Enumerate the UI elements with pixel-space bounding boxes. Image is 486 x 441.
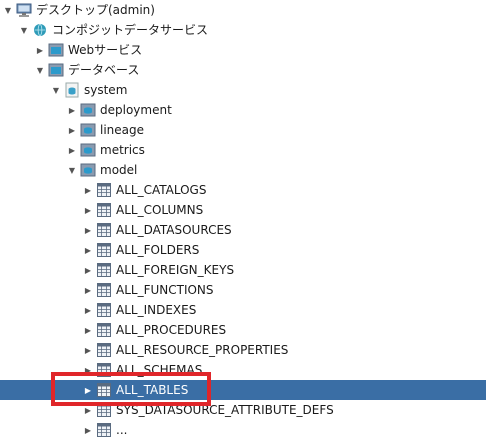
folder-icon bbox=[48, 62, 64, 78]
tree-node[interactable]: ▶ Webサービス bbox=[0, 40, 486, 60]
globe-icon bbox=[32, 22, 48, 38]
schema-folder-icon bbox=[80, 122, 96, 138]
expand-toggle-icon[interactable]: ▶ bbox=[34, 40, 46, 60]
expand-toggle-icon[interactable]: ▶ bbox=[82, 400, 94, 420]
tree-node-table[interactable]: ▶ ALL_COLUMNS bbox=[0, 200, 486, 220]
tree-node-label: ALL_FUNCTIONS bbox=[116, 283, 214, 297]
database-icon bbox=[64, 82, 80, 98]
tree-node[interactable]: ▶ lineage bbox=[0, 120, 486, 140]
desktop-icon bbox=[16, 2, 32, 18]
table-icon bbox=[96, 302, 112, 318]
tree-node-label: ALL_RESOURCE_PROPERTIES bbox=[116, 343, 289, 357]
tree-node[interactable]: ▶ deployment bbox=[0, 100, 486, 120]
expand-toggle-icon[interactable]: ▶ bbox=[66, 100, 78, 120]
schema-folder-icon bbox=[80, 162, 96, 178]
tree-node-label: ALL_FOLDERS bbox=[116, 243, 200, 257]
tree-node-table[interactable]: ▶... bbox=[0, 420, 486, 440]
tree-node-table[interactable]: ▶ ALL_PROCEDURES bbox=[0, 320, 486, 340]
tree-node-label: metrics bbox=[100, 143, 145, 157]
tree-node-label: model bbox=[100, 163, 138, 177]
tree-node-label: ALL_COLUMNS bbox=[116, 203, 204, 217]
schema-folder-icon bbox=[80, 142, 96, 158]
table-icon bbox=[96, 402, 112, 418]
expand-toggle-icon[interactable]: ▶ bbox=[66, 120, 78, 140]
expand-toggle-icon[interactable]: ▶ bbox=[82, 300, 94, 320]
tree-node-label: deployment bbox=[100, 103, 172, 117]
table-icon bbox=[96, 282, 112, 298]
table-icon bbox=[96, 182, 112, 198]
table-icon bbox=[96, 222, 112, 238]
table-icon bbox=[96, 342, 112, 358]
tree-node-label: Webサービス bbox=[68, 43, 143, 57]
collapse-toggle-icon[interactable]: ▼ bbox=[34, 60, 46, 80]
tree-node-label: lineage bbox=[100, 123, 145, 137]
tree-node-table[interactable]: ▶ ALL_SCHEMAS bbox=[0, 360, 486, 380]
tree-node-label: ALL_SCHEMAS bbox=[116, 363, 203, 377]
collapse-toggle-icon[interactable]: ▼ bbox=[18, 20, 30, 40]
tree-node-label: ... bbox=[116, 423, 128, 437]
tree-node[interactable]: ▼ コンポジットデータサービス bbox=[0, 20, 486, 40]
table-icon bbox=[96, 322, 112, 338]
table-icon bbox=[96, 362, 112, 378]
tree-node-table[interactable]: ▶ ALL_FOLDERS bbox=[0, 240, 486, 260]
tree-node[interactable]: ▼ デスクトップ(admin) bbox=[0, 0, 486, 20]
expand-toggle-icon[interactable]: ▶ bbox=[82, 420, 94, 440]
folder-icon bbox=[48, 42, 64, 58]
tree-node-label: ALL_FOREIGN_KEYS bbox=[116, 263, 235, 277]
schema-folder-icon bbox=[80, 102, 96, 118]
tree-node-label: データベース bbox=[68, 63, 140, 77]
tree-node-table[interactable]: ▶ ALL_CATALOGS bbox=[0, 180, 486, 200]
expand-toggle-icon[interactable]: ▶ bbox=[66, 140, 78, 160]
tree-node-label: ALL_PROCEDURES bbox=[116, 323, 227, 337]
expand-toggle-icon[interactable]: ▶ bbox=[82, 180, 94, 200]
tree-node-table[interactable]: ▶ ALL_FUNCTIONS bbox=[0, 280, 486, 300]
expand-toggle-icon[interactable]: ▶ bbox=[82, 360, 94, 380]
tree-node-table[interactable]: ▶ SYS_DATASOURCE_ATTRIBUTE_DEFS bbox=[0, 400, 486, 420]
tree-node-table[interactable]: ▶ ALL_DATASOURCES bbox=[0, 220, 486, 240]
expand-toggle-icon[interactable]: ▶ bbox=[82, 240, 94, 260]
tree-node-label: ALL_CATALOGS bbox=[116, 183, 207, 197]
expand-toggle-icon[interactable]: ▶ bbox=[82, 260, 94, 280]
expand-toggle-icon[interactable]: ▶ bbox=[82, 280, 94, 300]
tree-node-table[interactable]: ▶ ALL_TABLES bbox=[0, 380, 486, 400]
table-icon bbox=[96, 202, 112, 218]
tree-node[interactable]: ▼ system bbox=[0, 80, 486, 100]
tree-node[interactable]: ▶ metrics bbox=[0, 140, 486, 160]
tree-node-label: ALL_INDEXES bbox=[116, 303, 197, 317]
tree-node-label: ALL_DATASOURCES bbox=[116, 223, 232, 237]
table-icon bbox=[96, 262, 112, 278]
tree-node-label: コンポジットデータサービス bbox=[52, 23, 209, 37]
tree-node-table[interactable]: ▶ ALL_FOREIGN_KEYS bbox=[0, 260, 486, 280]
tree-node[interactable]: ▼ データベース bbox=[0, 60, 486, 80]
tree-node-label: デスクトップ(admin) bbox=[36, 3, 155, 17]
collapse-toggle-icon[interactable]: ▼ bbox=[66, 160, 78, 180]
tree-node-table[interactable]: ▶ ALL_INDEXES bbox=[0, 300, 486, 320]
tree-node[interactable]: ▼ model bbox=[0, 160, 486, 180]
expand-toggle-icon[interactable]: ▶ bbox=[82, 220, 94, 240]
table-icon bbox=[96, 242, 112, 258]
collapse-toggle-icon[interactable]: ▼ bbox=[2, 0, 14, 20]
collapse-toggle-icon[interactable]: ▼ bbox=[50, 80, 62, 100]
tree-node-table[interactable]: ▶ ALL_RESOURCE_PROPERTIES bbox=[0, 340, 486, 360]
expand-toggle-icon[interactable]: ▶ bbox=[82, 200, 94, 220]
expand-toggle-icon[interactable]: ▶ bbox=[82, 340, 94, 360]
expand-toggle-icon[interactable]: ▶ bbox=[82, 320, 94, 340]
tree-node-label: SYS_DATASOURCE_ATTRIBUTE_DEFS bbox=[116, 403, 334, 417]
tree-node-label: ALL_TABLES bbox=[116, 383, 189, 397]
table-icon bbox=[96, 382, 112, 398]
tree-node-label: system bbox=[84, 83, 128, 97]
table-icon bbox=[96, 422, 112, 438]
expand-toggle-icon[interactable]: ▶ bbox=[82, 380, 94, 400]
